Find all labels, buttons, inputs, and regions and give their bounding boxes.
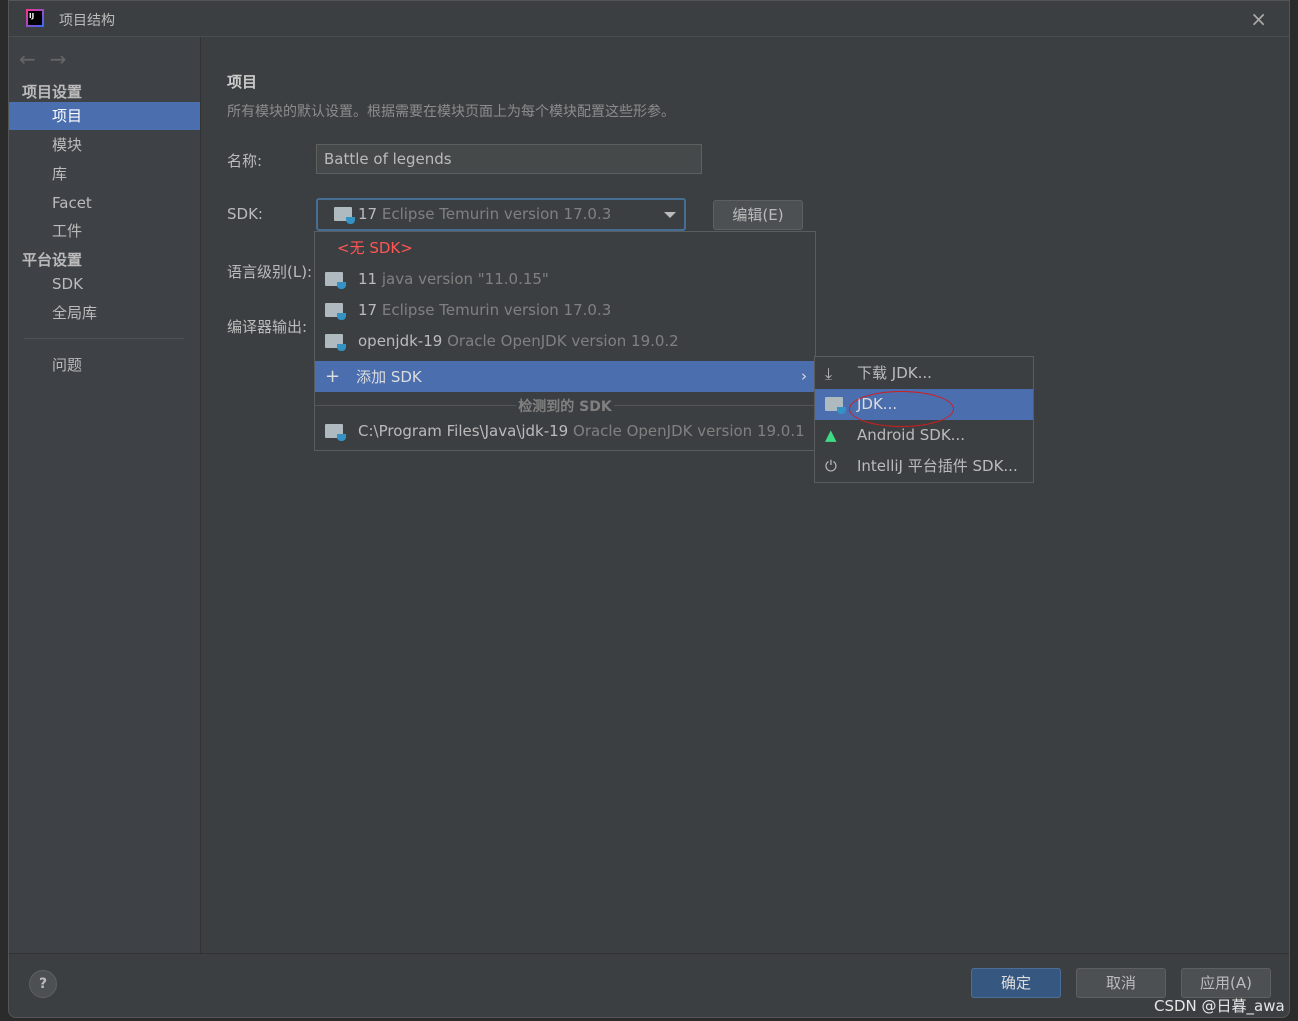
title-bar: IJ 项目结构 × (9, 1, 1289, 37)
sidebar-item-sdks[interactable]: SDK (9, 270, 200, 298)
menu-item-android-sdk[interactable]: ▲ Android SDK... (815, 420, 1033, 451)
language-level-label: 语言级别(L): (227, 263, 313, 281)
section-project-settings: 项目设置 (22, 83, 83, 101)
plus-icon: + (325, 366, 341, 387)
sidebar-item-libraries[interactable]: 库 (9, 160, 200, 188)
add-sdk-submenu: ⤓ 下载 JDK... JDK... ▲ Android SDK... ⏻ Intel… (814, 356, 1034, 483)
detected-sdk-header: 检测到的 SDK (315, 396, 815, 416)
jdk-folder-icon (334, 207, 355, 224)
android-icon: ▲ (825, 426, 837, 444)
menu-item-jdk[interactable]: JDK... (815, 389, 1033, 427)
sidebar-item-global-libraries[interactable]: 全局库 (9, 299, 200, 327)
sdk-description: Eclipse Temurin version 17.0.3 (381, 205, 612, 223)
chevron-right-icon: › (801, 367, 807, 385)
compiler-output-label: 编译器输出: (227, 318, 308, 336)
sdk-combobox[interactable]: 17 Eclipse Temurin version 17.0.3 (316, 198, 686, 231)
sdk-desc: Oracle OpenJDK version 19.0.2 (447, 332, 679, 350)
sdk-name: 17 (358, 301, 378, 319)
jdk-folder-icon (325, 272, 346, 289)
sdk-name: openjdk-19 (358, 332, 443, 350)
section-platform-settings: 平台设置 (22, 251, 83, 269)
list-item-detected-sdk[interactable]: C:\Program Files\Java\jdk-19 Oracle Open… (315, 416, 815, 447)
dialog-title: 项目结构 (59, 13, 115, 29)
divider (24, 338, 184, 339)
sidebar-item-facets[interactable]: Facet (9, 189, 200, 217)
close-icon[interactable]: × (1250, 7, 1267, 31)
add-sdk-label: 添加 SDK (356, 368, 422, 386)
footer-divider (9, 953, 1289, 954)
sidebar-item-project[interactable]: 项目 (9, 102, 200, 130)
download-icon: ⤓ (825, 364, 833, 383)
jdk-folder-icon (325, 303, 346, 320)
menu-label: 下载 JDK... (857, 364, 932, 382)
apply-button[interactable]: 应用(A) (1181, 968, 1271, 998)
sdk-name: 11 (358, 270, 378, 288)
name-input[interactable]: Battle of legends (316, 144, 702, 174)
list-item-no-sdk[interactable]: <无 SDK> (315, 233, 815, 264)
watermark: CSDN @日暮_awa (1154, 997, 1285, 1015)
ok-button[interactable]: 确定 (971, 968, 1061, 998)
forward-arrow-icon[interactable]: → (50, 47, 67, 71)
list-item-sdk[interactable]: 17 Eclipse Temurin version 17.0.3 (315, 295, 815, 326)
menu-item-intellij-plugin-sdk[interactable]: ⏻ IntelliJ 平台插件 SDK... (815, 451, 1033, 482)
cancel-button[interactable]: 取消 (1076, 968, 1166, 998)
sdk-name: C:\Program Files\Java\jdk-19 (358, 422, 569, 440)
main-panel: 项目 所有模块的默认设置。根据需要在模块页面上为每个模块配置这些形参。 名称: … (201, 37, 1289, 953)
sdk-dropdown-list: <无 SDK> 11 java version "11.0.15" 17 Ecl… (314, 231, 816, 451)
intellij-logo-icon: IJ (26, 9, 44, 27)
page-description: 所有模块的默认设置。根据需要在模块页面上为每个模块配置这些形参。 (227, 104, 675, 120)
edit-button[interactable]: 编辑(E) (713, 200, 803, 230)
page-title: 项目 (227, 73, 258, 91)
detected-header-label: 检测到的 SDK (516, 399, 614, 415)
add-sdk-item[interactable]: + 添加 SDK › (315, 361, 815, 392)
project-structure-dialog: IJ 项目结构 × ← → 项目设置 项目 模块 库 Facet 工件 平台设置 … (8, 0, 1290, 1018)
jdk-folder-icon (325, 424, 346, 441)
list-item-sdk[interactable]: 11 java version "11.0.15" (315, 264, 815, 295)
back-arrow-icon[interactable]: ← (19, 47, 36, 71)
sdk-desc: Eclipse Temurin version 17.0.3 (381, 301, 612, 319)
help-button[interactable]: ? (29, 970, 57, 998)
sdk-label: SDK: (227, 205, 263, 223)
name-label: 名称: (227, 152, 263, 170)
menu-item-download-jdk[interactable]: ⤓ 下载 JDK... (815, 358, 1033, 389)
sidebar-item-problems[interactable]: 问题 (9, 351, 200, 379)
sidebar: ← → 项目设置 项目 模块 库 Facet 工件 平台设置 SDK 全局库 问题 (9, 37, 201, 953)
plugin-icon: ⏻ (825, 457, 837, 475)
sdk-desc: Oracle OpenJDK version 19.0.1 (573, 422, 805, 440)
dropdown-arrow-icon (664, 212, 676, 218)
sdk-desc: java version "11.0.15" (381, 270, 549, 288)
sidebar-item-modules[interactable]: 模块 (9, 131, 200, 159)
sdk-version: 17 (358, 205, 378, 223)
sidebar-item-artifacts[interactable]: 工件 (9, 217, 200, 245)
menu-label: IntelliJ 平台插件 SDK... (857, 457, 1018, 475)
jdk-folder-icon (325, 334, 346, 351)
menu-label: Android SDK... (857, 426, 965, 444)
list-item-sdk[interactable]: openjdk-19 Oracle OpenJDK version 19.0.2 (315, 326, 815, 357)
